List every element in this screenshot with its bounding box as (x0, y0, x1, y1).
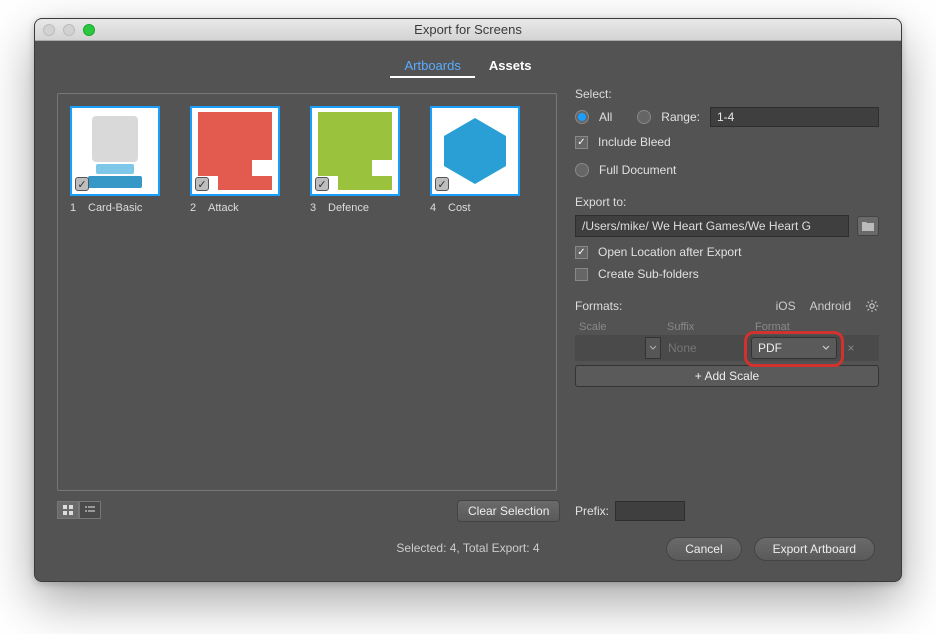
export-artboard-button[interactable]: Export Artboard (754, 537, 875, 561)
artboard-name: Attack (208, 202, 239, 214)
dialog-window: Export for Screens Artboards Assets ✓ (34, 18, 902, 582)
android-preset-link[interactable]: Android (810, 299, 851, 313)
prefix-input[interactable] (615, 501, 685, 521)
tab-artboards[interactable]: Artboards (390, 55, 474, 78)
export-to-label: Export to: (575, 195, 879, 209)
create-subfolders-label: Create Sub-folders (598, 267, 699, 281)
artboard-index: 2 (190, 202, 198, 214)
artboard-thumbnail[interactable]: ✓ (310, 106, 400, 196)
full-document-label: Full Document (599, 163, 676, 177)
format-row: PDF × (575, 335, 879, 361)
folder-icon (861, 220, 875, 232)
format-value: PDF (758, 341, 782, 355)
select-all-radio[interactable] (575, 110, 589, 124)
artboard-index: 1 (70, 202, 78, 214)
format-settings-button[interactable] (865, 299, 879, 313)
tab-assets[interactable]: Assets (475, 55, 546, 78)
select-range-radio[interactable] (637, 110, 651, 124)
include-bleed-label: Include Bleed (598, 135, 671, 149)
formats-table: Scale Suffix Format (575, 319, 879, 387)
dialog-content: Artboards Assets ✓ 1 Card-Basic (35, 41, 901, 581)
scale-input[interactable] (575, 337, 645, 359)
list-icon (84, 504, 96, 516)
format-dropdown[interactable]: PDF (751, 337, 837, 359)
artboard-item[interactable]: ✓ 4 Cost (430, 106, 520, 214)
clear-selection-button[interactable]: Clear Selection (457, 500, 560, 522)
artboard-selected-checkbox[interactable]: ✓ (435, 177, 449, 191)
window-title: Export for Screens (35, 22, 901, 37)
artboard-selected-checkbox[interactable]: ✓ (195, 177, 209, 191)
artboard-thumbnail[interactable]: ✓ (190, 106, 280, 196)
artboard-name: Cost (448, 202, 471, 214)
suffix-input[interactable] (663, 337, 745, 359)
artboard-selected-checkbox[interactable]: ✓ (315, 177, 329, 191)
select-range-label: Range: (661, 110, 700, 124)
scale-dropdown-arrow[interactable] (645, 337, 661, 359)
artboard-item[interactable]: ✓ 3 Defence (310, 106, 400, 214)
scale-column-header: Scale (575, 321, 663, 333)
artboard-item[interactable]: ✓ 1 Card-Basic (70, 106, 160, 214)
titlebar: Export for Screens (35, 19, 901, 41)
create-subfolders-checkbox[interactable] (575, 268, 588, 281)
include-bleed-checkbox[interactable] (575, 136, 588, 149)
options-pane: Select: All Range: Include Bleed Full Do… (575, 87, 879, 387)
full-document-radio[interactable] (575, 163, 589, 177)
select-label: Select: (575, 87, 879, 101)
cancel-button[interactable]: Cancel (666, 537, 741, 561)
formats-header-row: Scale Suffix Format (575, 319, 879, 335)
chevron-down-icon (822, 345, 830, 351)
artboard-thumbnail[interactable]: ✓ (430, 106, 520, 196)
range-input[interactable] (710, 107, 879, 127)
ios-preset-link[interactable]: iOS (776, 299, 796, 313)
artboard-selected-checkbox[interactable]: ✓ (75, 177, 89, 191)
suffix-column-header: Suffix (663, 321, 751, 333)
formats-label: Formats: (575, 299, 622, 313)
grid-icon (62, 504, 74, 516)
browse-folder-button[interactable] (857, 216, 879, 236)
artboard-name: Defence (328, 202, 369, 214)
artboard-thumbnail[interactable]: ✓ (70, 106, 160, 196)
open-location-checkbox[interactable] (575, 246, 588, 259)
grid-view-button[interactable] (57, 501, 79, 519)
prefix-label: Prefix: (575, 504, 609, 518)
remove-format-button[interactable]: × (843, 341, 859, 355)
artboard-index: 3 (310, 202, 318, 214)
artboard-index: 4 (430, 202, 438, 214)
list-view-button[interactable] (79, 501, 101, 519)
format-column-header: Format (751, 321, 841, 333)
add-scale-button[interactable]: + Add Scale (575, 365, 879, 387)
artboard-name: Card-Basic (88, 202, 142, 214)
export-path-field[interactable]: /Users/mike/ We Heart Games/We Heart G (575, 215, 849, 237)
open-location-label: Open Location after Export (598, 245, 741, 259)
view-mode-toggle (57, 501, 101, 519)
gear-icon (865, 299, 879, 313)
artboard-item[interactable]: ✓ 2 Attack (190, 106, 280, 214)
artboard-list-pane: ✓ 1 Card-Basic ✓ 2 Attack (57, 93, 557, 491)
chevron-down-icon (649, 345, 657, 351)
select-all-label: All (599, 110, 612, 124)
tab-bar: Artboards Assets (35, 55, 901, 78)
